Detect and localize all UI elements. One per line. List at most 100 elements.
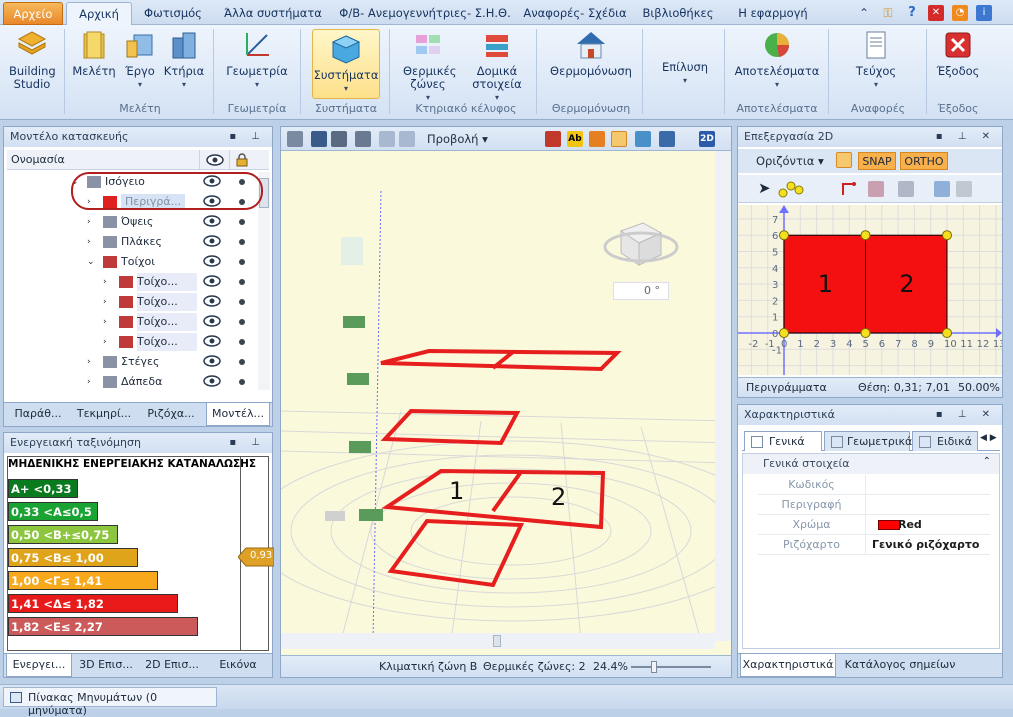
vertex-handle[interactable] [942,328,952,338]
snap-toggle[interactable]: SNAP [858,152,896,170]
visibility-eye-icon[interactable] [203,275,221,287]
buildings-button[interactable]: Κτήρια ▾ [162,29,206,91]
tab-special[interactable]: Ειδικά [912,431,978,451]
tab-lighting[interactable]: Φωτισμός [136,2,210,25]
visibility-eye-icon[interactable] [203,335,221,347]
tab-properties[interactable]: Χαρακτηριστικά [740,654,836,677]
exit-button[interactable]: Έξοδος [934,29,982,78]
visibility-eye-icon[interactable] [203,315,221,327]
geometry-button[interactable]: Γεωμετρία ▾ [222,29,292,91]
tree-row[interactable]: › Όψεις [7,212,257,232]
booklet-button[interactable]: Τεύχος ▾ [846,29,906,91]
tab-model[interactable]: Μοντέλ... [206,403,270,426]
thermal-zones-button[interactable]: Θερμικές ζώνες ▾ [400,29,457,104]
building-studio-button[interactable]: Building Studio [4,29,60,91]
rss-icon[interactable]: ◔ [952,5,968,21]
tab-image[interactable]: Εικόνα [206,654,270,677]
grid-snap-icon[interactable] [836,152,852,168]
walls-icon[interactable] [545,131,561,147]
lock-dot-icon[interactable] [239,259,245,265]
tree-row[interactable]: › Τοίχο... [7,272,257,292]
expand-arrow-icon[interactable]: › [103,314,107,330]
panel-pin-close-icons[interactable]: ▪ ⊥ [229,127,266,147]
undo-icon[interactable] [379,131,395,147]
collapse-arrow-icon[interactable]: ⌄ [87,254,95,270]
property-value[interactable]: Red [898,515,922,535]
visibility-eye-icon[interactable] [203,295,221,307]
tab-app[interactable]: Η εφαρμογή [728,2,818,25]
wall-tool-icon[interactable] [868,181,884,197]
labels-icon[interactable]: Ab [567,131,583,147]
messages-tab[interactable]: Πίνακας Μηνυμάτων (0 μηνύματα) [3,687,217,717]
light-icon[interactable] [589,131,605,147]
vertex-handle[interactable] [860,328,871,338]
insulation-button[interactable]: Θερμομόνωση [546,29,636,78]
property-row[interactable]: Περιγραφή [758,495,990,515]
orientation-dropdown[interactable]: Οριζόντια ▾ [756,154,824,168]
tree-row[interactable]: › Τοίχο... [7,292,257,312]
visibility-eye-icon[interactable] [203,235,221,247]
table-tool-icon[interactable] [956,181,972,197]
plan-canvas[interactable]: -2-101234567891011121376543210-112 [738,205,1002,375]
building-icon[interactable] [659,131,675,147]
vertex-handle[interactable] [779,230,789,241]
zoom-slider[interactable] [631,661,711,673]
expand-arrow-icon[interactable]: › [87,354,91,370]
panel-pin-close-icons[interactable]: ▪ ⊥ ✕ [936,127,996,147]
key-icon[interactable]: ⚿ [880,5,896,21]
tab-home[interactable]: Αρχική [66,2,132,25]
visibility-eye-icon[interactable] [203,215,221,227]
expand-arrow-icon[interactable]: › [87,374,91,390]
print-icon[interactable] [355,131,371,147]
panel-pin-close-icons[interactable]: ▪ ⊥ [229,433,266,453]
help-icon[interactable]: ? [904,5,920,21]
tab-file[interactable]: Αρχείο [3,2,63,25]
view-dropdown[interactable]: Προβολή ▾ [427,132,488,146]
lock-dot-icon[interactable] [239,339,245,345]
project-button[interactable]: Έργο ▾ [120,29,160,91]
systems-button[interactable]: Συστήματα ▾ [312,29,380,99]
tree-row[interactable]: › Δάπεδα [7,372,257,390]
expand-arrow-icon[interactable]: › [103,334,107,350]
tab-point-list[interactable]: Κατάλογος σημείων [838,654,962,677]
lock-dot-icon[interactable] [239,379,245,385]
lock-dot-icon[interactable] [239,299,245,305]
lock-dot-icon[interactable] [239,359,245,365]
tab-2d-view[interactable]: 2D Επισ... [140,654,204,677]
panel-pin-close-icons[interactable]: ▪ ⊥ ✕ [936,405,996,425]
tab-general[interactable]: Γενικά [744,431,822,451]
ortho-toggle[interactable]: ORTHO [900,152,948,170]
vertex-handle[interactable] [860,230,871,241]
polyline-icon[interactable] [840,180,858,198]
camera-icon[interactable] [331,131,347,147]
lock-dot-icon[interactable] [239,219,245,225]
tree-row[interactable]: › Τοίχο... [7,332,257,352]
property-row[interactable]: Χρώμα Red [758,515,990,535]
tab-other-systems[interactable]: Άλλα συστήματα [218,2,328,25]
tab-documentation[interactable]: Τεκμηρί... [72,403,136,426]
layout-icon[interactable] [287,131,303,147]
property-row[interactable]: Ριζόχαρτο Γενικό ριζόχαρτο [758,535,990,555]
lock-dot-icon[interactable] [239,239,245,245]
minimize-ribbon-icon[interactable]: ⌃ [856,5,872,21]
tab-pv[interactable]: Φ/Β- Ανεμογεννήτριες- Σ.Η.Θ. [337,2,513,25]
save-icon[interactable] [311,131,327,147]
viewport-3d[interactable]: Προβολή ▾ Ab 2D 1 2 0 ° Κλιματική ζώνη Β… [280,126,732,678]
lock-dot-icon[interactable] [239,279,245,285]
2d-toggle-icon[interactable]: 2D [699,131,715,147]
measure-tool-icon[interactable] [934,181,950,197]
tab-3d-view[interactable]: 3D Επισ... [74,654,138,677]
pointer-icon[interactable]: ➤ [758,179,771,197]
visibility-eye-icon[interactable] [203,355,221,367]
points-icon[interactable] [778,180,804,198]
tab-energy[interactable]: Ενεργει... [6,654,72,677]
terrain-icon[interactable] [635,131,651,147]
view-cube-icon[interactable] [603,222,679,266]
lock-dot-icon[interactable] [239,319,245,325]
expand-arrow-icon[interactable]: › [87,214,91,230]
vertex-handle[interactable] [942,230,952,241]
tab-reports[interactable]: Αναφορές- Σχέδια [520,2,630,25]
tree-row[interactable]: › Στέγες [7,352,257,372]
expand-arrow-icon[interactable]: › [87,234,91,250]
property-row[interactable]: Κωδικός [758,475,990,495]
